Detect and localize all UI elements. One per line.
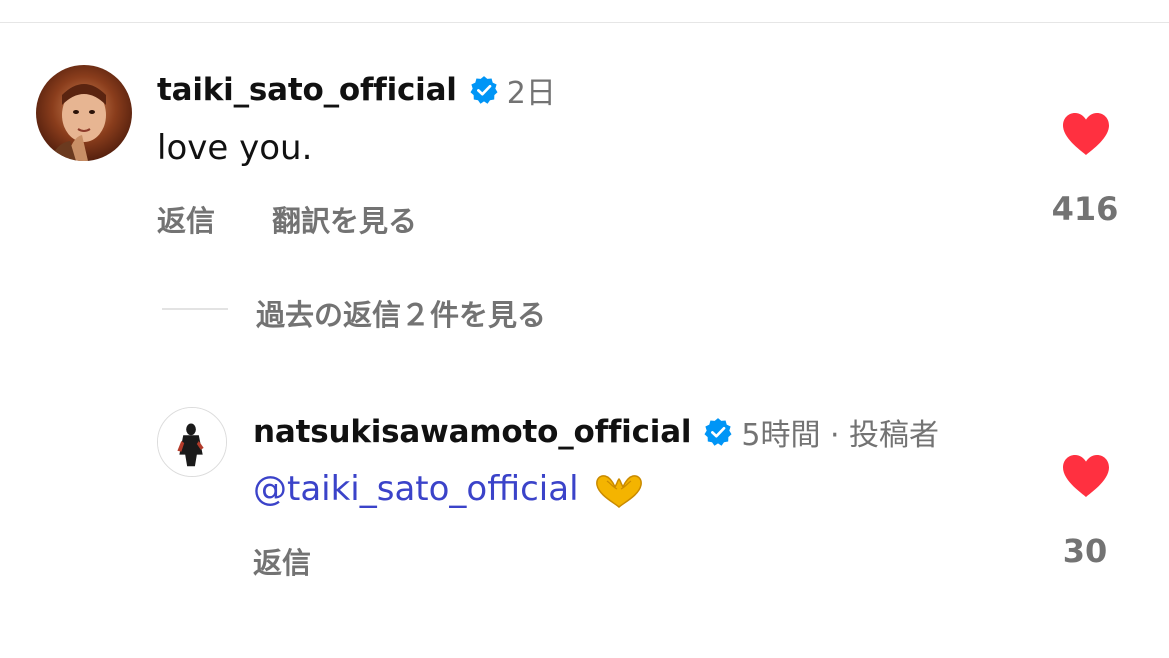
comment-header: taiki_sato_official 2日 — [157, 70, 556, 111]
heart-icon[interactable] — [1061, 112, 1111, 156]
reply-avatar[interactable] — [157, 407, 227, 477]
reply-like-count: 30 — [1062, 532, 1108, 570]
reply-avatar-image — [158, 408, 226, 476]
reply-button[interactable]: 返信 — [157, 198, 215, 240]
comment-username[interactable]: taiki_sato_official — [157, 72, 457, 108]
translate-button[interactable]: 翻訳を見る — [272, 198, 417, 240]
heart-icon[interactable] — [1061, 454, 1111, 498]
avatar[interactable] — [36, 65, 132, 161]
verified-badge-icon — [469, 75, 499, 105]
reply-header: natsukisawamoto_official 5時間 · 投稿者 — [253, 412, 940, 453]
comment-text: love you. — [157, 128, 313, 168]
verified-badge-icon — [703, 417, 733, 447]
replies-divider — [162, 308, 228, 310]
heart-hands-emoji — [593, 471, 645, 511]
mention-link[interactable]: @taiki_sato_official — [253, 469, 579, 509]
like-count: 416 — [1051, 190, 1119, 228]
reply-meta: 5時間 · 投稿者 — [741, 418, 940, 453]
comment-timestamp: 2日 — [506, 76, 556, 111]
reply-username[interactable]: natsukisawamoto_official — [253, 414, 692, 450]
top-divider — [0, 22, 1169, 23]
reply-text: @taiki_sato_official — [253, 469, 645, 511]
avatar-image — [36, 65, 132, 161]
reply-reply-button[interactable]: 返信 — [253, 540, 311, 582]
view-replies-button[interactable]: 過去の返信２件を見る — [256, 292, 546, 334]
